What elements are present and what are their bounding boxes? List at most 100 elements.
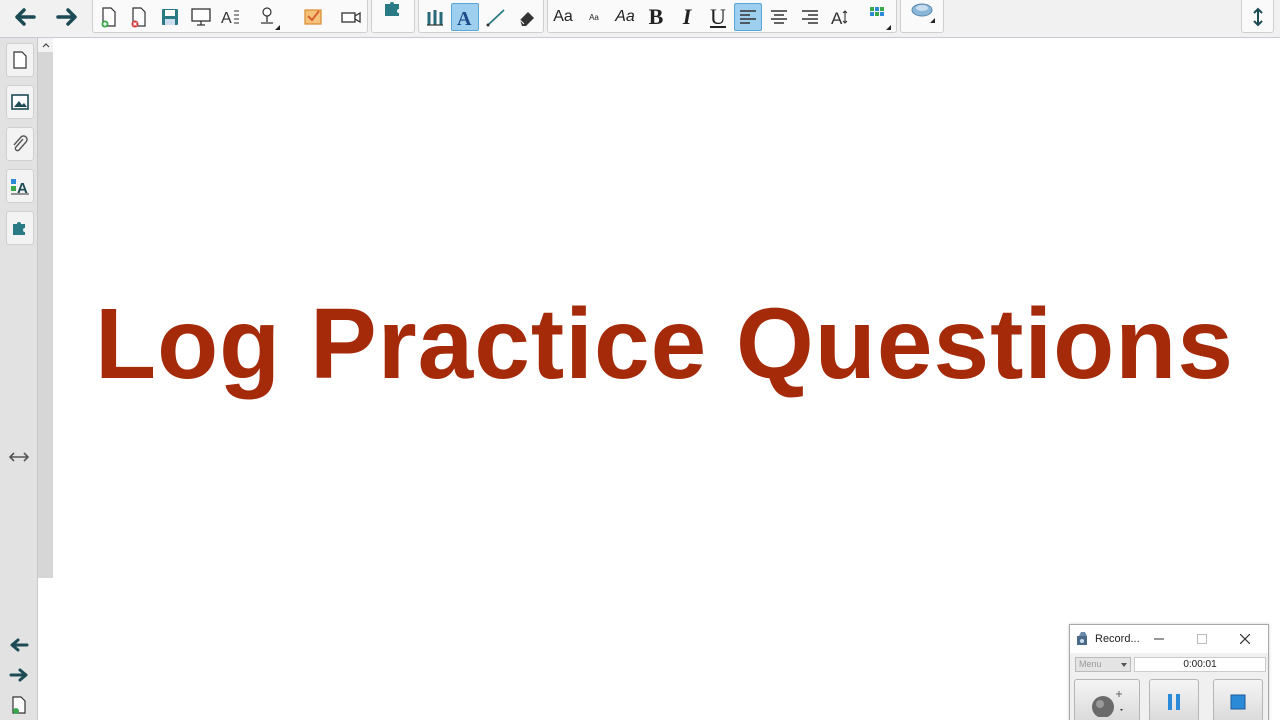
- save-button[interactable]: [156, 3, 184, 31]
- dropdown-indicator: [886, 25, 891, 30]
- line-tool-icon: [486, 9, 505, 27]
- dropdown-indicator: [275, 25, 280, 30]
- sidebar-previous-page-button[interactable]: [8, 634, 30, 656]
- bold-button[interactable]: B: [642, 3, 670, 31]
- text-spacing-icon: A: [831, 9, 848, 27]
- vertical-move-icon: [1253, 7, 1263, 27]
- record-button[interactable]: [1074, 679, 1140, 720]
- response-button[interactable]: [299, 3, 327, 31]
- svg-text:A: A: [221, 10, 232, 27]
- toggle-sidebar-side-button[interactable]: [8, 446, 30, 468]
- drawing-tools-group: A: [418, 0, 544, 33]
- minimize-icon: [1154, 638, 1164, 640]
- scroll-up-button[interactable]: [38, 38, 53, 52]
- main-toolbar: A A Aa Aa Aa B I U A: [0, 0, 1280, 38]
- gallery-tab[interactable]: [6, 85, 34, 119]
- line-tool-button[interactable]: [482, 3, 510, 31]
- recorder-window: Record... Menu 0:00:01: [1069, 624, 1269, 720]
- screen-shade-button[interactable]: [187, 3, 215, 31]
- text-spacing-button[interactable]: A: [827, 3, 855, 31]
- align-right-button[interactable]: [796, 3, 824, 31]
- attachments-tab[interactable]: [6, 127, 34, 161]
- forward-button[interactable]: [54, 3, 82, 31]
- addons-tab[interactable]: [6, 211, 34, 245]
- shape-group: [900, 0, 944, 33]
- side-bar: A: [0, 38, 38, 720]
- gallery-icon: [11, 94, 29, 110]
- pens-icon: [427, 10, 443, 26]
- table-button[interactable]: [864, 3, 892, 31]
- text-tool-icon: A: [457, 8, 472, 28]
- close-icon: [1239, 633, 1251, 645]
- addons-group: [371, 0, 415, 33]
- chevron-down-icon: [1121, 663, 1127, 667]
- eraser-button[interactable]: [513, 3, 541, 31]
- italic-button[interactable]: I: [673, 3, 701, 31]
- dropdown-indicator: [930, 18, 935, 23]
- shape-button[interactable]: [908, 0, 936, 24]
- new-page-icon: [12, 696, 26, 714]
- delete-page-button[interactable]: [125, 3, 153, 31]
- table-grid-icon: [870, 7, 884, 16]
- puzzle-icon: [13, 222, 25, 235]
- align-center-button[interactable]: [765, 3, 793, 31]
- font-style-button[interactable]: Aa: [611, 3, 639, 31]
- pens-button[interactable]: [421, 3, 449, 31]
- svg-text:A: A: [457, 8, 472, 28]
- recorder-menu-dropdown[interactable]: Menu: [1075, 657, 1131, 672]
- record-icon: [1092, 691, 1123, 717]
- spell-check-button[interactable]: A: [217, 3, 245, 31]
- document-camera-button[interactable]: [253, 3, 281, 31]
- spell-check-icon: A: [221, 10, 239, 27]
- minimize-button[interactable]: [1149, 629, 1169, 649]
- arrow-left-icon: [15, 8, 36, 26]
- paperclip-icon: [13, 135, 28, 152]
- properties-tab[interactable]: A: [6, 169, 34, 203]
- chevron-up-icon: [42, 43, 49, 48]
- shape-icon: [911, 3, 933, 17]
- vertical-scrollbar[interactable]: [38, 38, 53, 578]
- pause-icon: [1168, 694, 1180, 710]
- recorder-app-icon: [1077, 632, 1087, 645]
- sidebar-add-page-button[interactable]: [8, 694, 30, 716]
- font-size-button[interactable]: Aa: [580, 3, 608, 31]
- svg-text:A: A: [831, 9, 843, 27]
- stop-button[interactable]: [1213, 679, 1263, 720]
- new-page-icon: [101, 7, 116, 28]
- back-button[interactable]: [10, 3, 38, 31]
- arrow-right-icon: [9, 668, 28, 682]
- close-button[interactable]: [1235, 629, 1255, 649]
- page-icon: [13, 51, 27, 69]
- eraser-icon: [519, 12, 534, 26]
- addons-button[interactable]: [379, 0, 407, 22]
- whiteboard-canvas[interactable]: Log Practice Questions: [53, 38, 1280, 720]
- font-family-button[interactable]: Aa: [549, 3, 577, 31]
- text-tool-button[interactable]: A: [451, 3, 479, 31]
- sidebar-next-page-button[interactable]: [8, 664, 30, 686]
- recorder-elapsed-time: 0:00:01: [1134, 657, 1266, 672]
- save-icon: [162, 9, 178, 25]
- page-tools-group: A: [92, 0, 368, 33]
- screen-shade-icon: [191, 8, 211, 26]
- arrow-right-icon: [56, 8, 77, 26]
- recorder-menu-label: Menu: [1079, 659, 1102, 669]
- page-title-text[interactable]: Log Practice Questions: [95, 284, 1234, 404]
- move-toolbar-button[interactable]: [1244, 3, 1272, 31]
- add-page-button[interactable]: [95, 3, 123, 31]
- video-camera-icon: [341, 11, 361, 24]
- horizontal-move-icon: [8, 452, 30, 462]
- arrow-left-icon: [10, 638, 29, 652]
- stop-icon: [1230, 694, 1246, 710]
- underline-button[interactable]: U: [704, 3, 732, 31]
- puzzle-icon: [385, 2, 399, 16]
- align-right-icon: [802, 10, 818, 24]
- video-record-button[interactable]: [337, 3, 365, 31]
- align-center-icon: [771, 10, 787, 24]
- response-icon: [304, 9, 322, 25]
- page-sorter-tab[interactable]: [6, 43, 34, 77]
- toolbar-position-group: [1241, 0, 1274, 33]
- text-format-group: Aa Aa Aa B I U A: [547, 0, 897, 33]
- align-left-button[interactable]: [734, 3, 762, 31]
- recorder-titlebar[interactable]: Record...: [1070, 625, 1268, 653]
- pause-button[interactable]: [1149, 679, 1199, 720]
